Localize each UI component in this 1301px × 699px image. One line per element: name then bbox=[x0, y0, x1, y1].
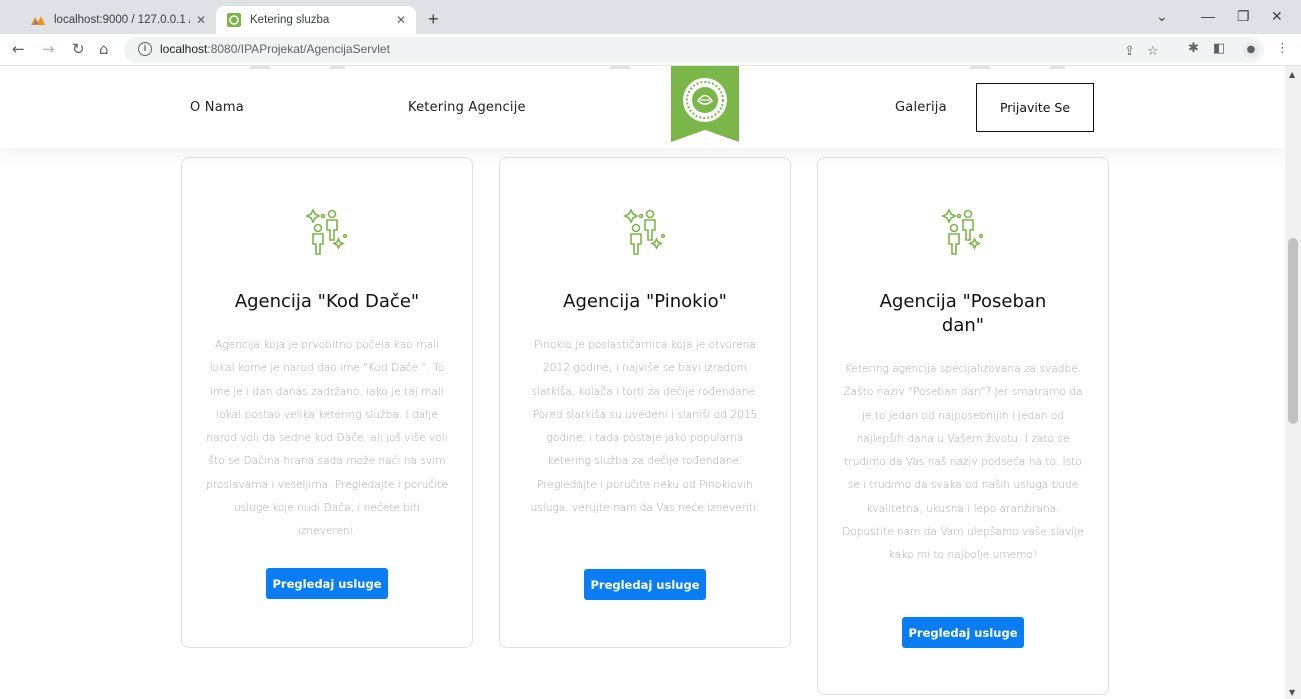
celebration-people-icon bbox=[941, 208, 984, 255]
celebration-people-icon bbox=[623, 208, 666, 255]
home-icon[interactable]: ⌂ bbox=[99, 40, 109, 58]
url-path: :8080/IPAProjekat/AgencijaServlet bbox=[207, 42, 390, 56]
extensions-icon[interactable]: ✱ bbox=[1188, 41, 1199, 56]
close-tab-icon[interactable]: ✕ bbox=[196, 13, 206, 27]
new-tab-icon[interactable]: + bbox=[428, 9, 439, 30]
card-description: Ketering agencija specijalizovana za sva… bbox=[842, 363, 1084, 562]
site-info-icon[interactable]: i bbox=[138, 42, 152, 56]
forward-icon[interactable]: → bbox=[42, 40, 55, 58]
browser-tab-phpmyadmin[interactable]: localhost:9000 / 127.0.0.1 / keter ✕ bbox=[20, 6, 216, 34]
nav-link-galerija[interactable]: Galerija bbox=[895, 100, 947, 115]
ketering-favicon-icon bbox=[227, 13, 241, 27]
browser-toolbar: ← → ↻ ⌂ i localhost:8080/IPAProjekat/Age… bbox=[0, 34, 1301, 66]
close-tab-icon[interactable]: ✕ bbox=[396, 13, 406, 27]
scroll-up-arrow-icon[interactable]: ▲ bbox=[1289, 70, 1295, 79]
phpmyadmin-favicon-icon bbox=[31, 16, 45, 25]
card-title: Agencija "Pinokio" bbox=[563, 291, 727, 312]
login-button[interactable]: Prijavite Se bbox=[976, 83, 1094, 132]
reload-icon[interactable]: ↻ bbox=[72, 40, 85, 58]
restore-icon[interactable]: ❐ bbox=[1237, 8, 1250, 25]
profile-avatar-icon[interactable]: ● bbox=[1243, 42, 1259, 58]
agency-card-kod-dace: Agencija "Kod Dače" Agencija koja je prv… bbox=[181, 157, 473, 648]
scroll-down-arrow-icon[interactable]: ▼ bbox=[1289, 688, 1295, 697]
page-viewport: O Nama Ketering Agencije Galerija Prijav… bbox=[0, 66, 1285, 699]
close-window-icon[interactable]: ✕ bbox=[1271, 8, 1283, 25]
browser-tabbar: localhost:9000 / 127.0.0.1 / keter ✕ Ket… bbox=[0, 0, 1301, 34]
url-host: localhost bbox=[160, 42, 208, 56]
browser-tab-ketering[interactable]: Ketering sluzba ✕ bbox=[216, 6, 416, 34]
scrollbar-thumb[interactable] bbox=[1288, 238, 1298, 424]
minimize-icon[interactable]: — bbox=[1201, 8, 1215, 24]
back-icon[interactable]: ← bbox=[12, 40, 25, 58]
tab-title: localhost:9000 / 127.0.0.1 / keter bbox=[54, 14, 190, 26]
nav-link-o-nama[interactable]: O Nama bbox=[190, 100, 244, 115]
share-icon[interactable]: ⇪ bbox=[1124, 44, 1135, 59]
side-panel-icon[interactable]: ◧ bbox=[1213, 41, 1225, 56]
menu-kebab-icon[interactable]: ⋮ bbox=[1276, 41, 1289, 56]
view-services-button[interactable]: Pregledaj usluge bbox=[584, 569, 706, 600]
tab-search-icon[interactable]: ⌄ bbox=[1156, 8, 1168, 25]
logo-badge-icon[interactable] bbox=[681, 76, 729, 124]
card-title: Agencija "Poseban dan" bbox=[879, 291, 1047, 336]
card-description: Agencija koja je prvobitno počela kao ma… bbox=[206, 339, 448, 538]
card-title: Agencija "Kod Dače" bbox=[234, 291, 420, 312]
celebration-people-icon bbox=[305, 208, 348, 255]
tab-title: Ketering sluzba bbox=[250, 14, 330, 26]
address-bar[interactable]: i localhost:8080/IPAProjekat/AgencijaSer… bbox=[124, 37, 1264, 63]
agency-card-poseban-dan: Agencija "Poseban dan" Ketering agencija… bbox=[817, 157, 1109, 695]
view-services-button[interactable]: Pregledaj usluge bbox=[266, 568, 388, 599]
scrolled-content-strip bbox=[0, 66, 1285, 69]
site-header: O Nama Ketering Agencije Galerija Prijav… bbox=[0, 66, 1285, 148]
card-description: Pinokio je poslastičarnica koja je otvor… bbox=[530, 339, 760, 515]
page-scrollbar[interactable]: ▲ ▼ bbox=[1285, 66, 1301, 699]
agency-card-pinokio: Agencija "Pinokio" Pinokio je poslastiča… bbox=[499, 157, 791, 648]
view-services-button[interactable]: Pregledaj usluge bbox=[902, 617, 1024, 648]
url-text[interactable]: localhost:8080/IPAProjekat/AgencijaServl… bbox=[160, 42, 390, 56]
bookmark-star-icon[interactable]: ☆ bbox=[1147, 44, 1159, 59]
nav-link-ketering-agencije[interactable]: Ketering Agencije bbox=[408, 100, 526, 115]
